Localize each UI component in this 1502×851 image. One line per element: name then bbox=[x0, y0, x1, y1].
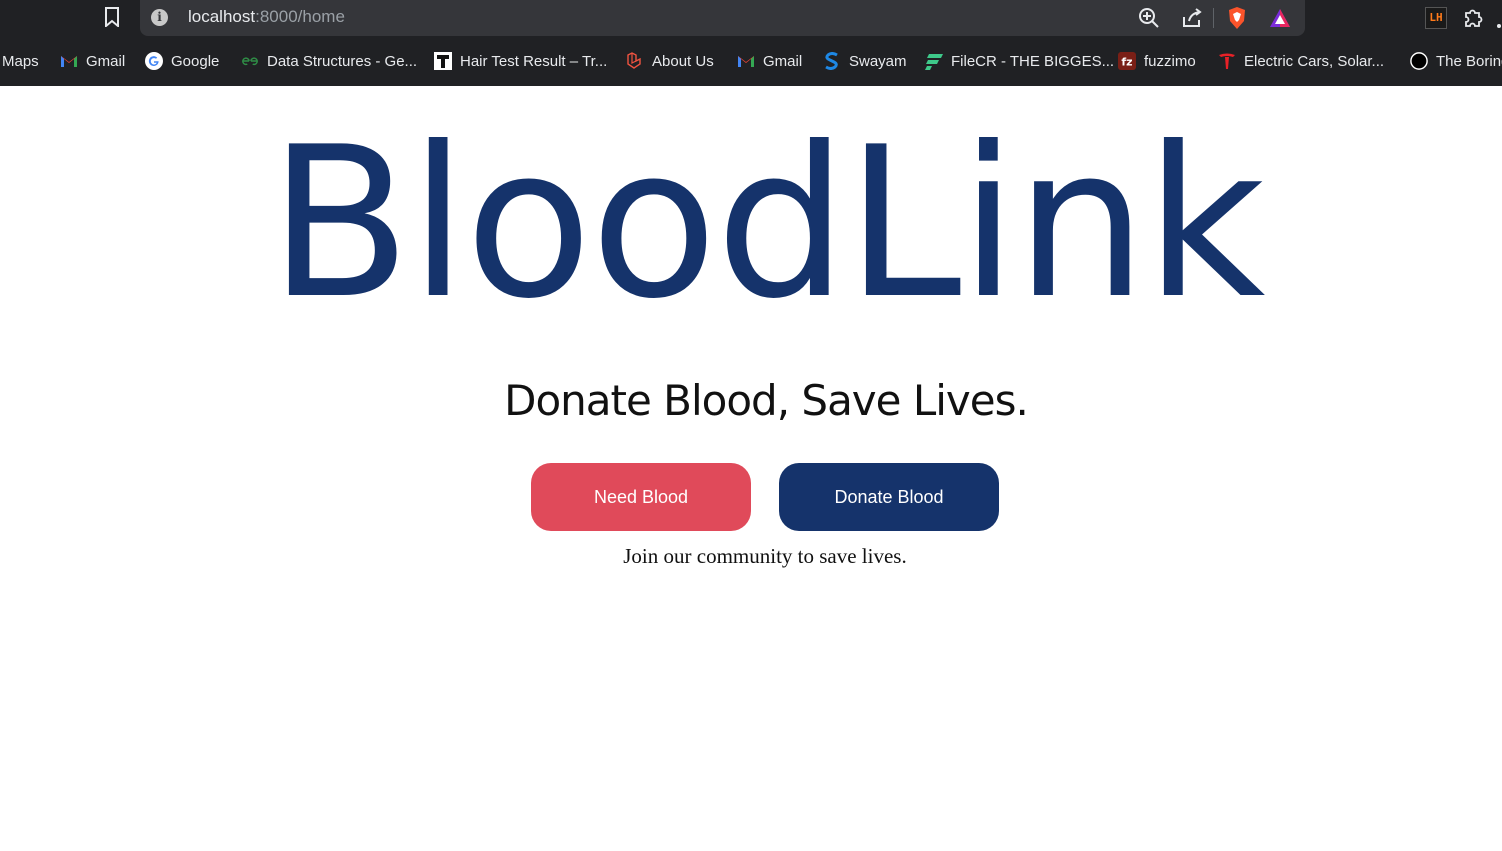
need-blood-button[interactable]: Need Blood bbox=[531, 463, 751, 531]
gmail-icon bbox=[60, 52, 78, 70]
bookmark-label: Electric Cars, Solar... bbox=[1244, 52, 1385, 70]
bookmark-google[interactable]: Google bbox=[145, 46, 219, 76]
filecr-icon bbox=[925, 52, 943, 70]
bookmark-maps[interactable]: Maps bbox=[2, 46, 39, 76]
bookmark-fuzzimo[interactable]: fz fuzzimo bbox=[1118, 46, 1196, 76]
address-bar[interactable]: i localhost:8000/home bbox=[140, 0, 1305, 36]
site-info-icon[interactable]: i bbox=[151, 9, 168, 26]
page-content: BloodLink Donate Blood, Save Lives. Need… bbox=[0, 86, 1502, 851]
zoom-icon[interactable] bbox=[1137, 6, 1161, 30]
swayam-icon bbox=[823, 52, 841, 70]
donate-blood-button[interactable]: Donate Blood bbox=[779, 463, 999, 531]
bookmark-label: fuzzimo bbox=[1144, 52, 1196, 70]
brave-shields-icon[interactable] bbox=[1225, 6, 1249, 30]
bookmark-electric-cars[interactable]: Electric Cars, Solar... bbox=[1218, 46, 1384, 76]
bookmark-about-us[interactable]: About Us bbox=[626, 46, 714, 76]
bookmark-label: Maps bbox=[2, 52, 39, 70]
brand-title: BloodLink bbox=[268, 103, 1266, 345]
t-icon bbox=[434, 52, 452, 70]
fuzzimo-icon: fz bbox=[1118, 52, 1136, 70]
lighthouse-extension-icon[interactable]: LH bbox=[1424, 6, 1448, 30]
google-icon bbox=[145, 52, 163, 70]
bookmark-page-icon[interactable] bbox=[101, 6, 123, 28]
bookmark-label: About Us bbox=[652, 52, 714, 70]
menu-icon[interactable] bbox=[1492, 6, 1502, 30]
bookmark-label: Swayam bbox=[849, 52, 907, 70]
url-divider bbox=[1213, 8, 1214, 28]
bookmark-gmail-2[interactable]: Gmail bbox=[737, 46, 802, 76]
brave-rewards-icon[interactable] bbox=[1268, 6, 1292, 30]
url-path: :8000/home bbox=[255, 7, 345, 26]
bookmark-label: Hair Test Result – Tr... bbox=[460, 52, 608, 70]
join-community-text: Join our community to save lives. bbox=[623, 544, 907, 568]
tesla-icon bbox=[1218, 52, 1236, 70]
bookmark-label: Data Structures - Ge... bbox=[267, 52, 418, 70]
geeksforgeeks-icon bbox=[241, 52, 259, 70]
bookmark-data-structures[interactable]: Data Structures - Ge... bbox=[241, 46, 417, 76]
share-icon[interactable] bbox=[1180, 6, 1204, 30]
tagline: Donate Blood, Save Lives. bbox=[504, 376, 1029, 425]
bookmark-label: Gmail bbox=[763, 52, 803, 70]
bookmark-label: Gmail bbox=[86, 52, 126, 70]
bookmark-label: Google bbox=[171, 52, 220, 70]
laravel-icon bbox=[626, 52, 644, 70]
browser-chrome: i localhost:8000/home LH Maps Gmail Goog… bbox=[0, 0, 1502, 86]
extensions-puzzle-icon[interactable] bbox=[1461, 6, 1485, 30]
bookmark-swayam[interactable]: Swayam bbox=[823, 46, 907, 76]
gmail-icon bbox=[737, 52, 755, 70]
bookmark-the-boring[interactable]: The Boring bbox=[1410, 46, 1502, 76]
url-host: localhost bbox=[188, 7, 256, 26]
bookmarks-bar: Maps Gmail Google Data Structures - Ge..… bbox=[0, 46, 1502, 76]
browser-toolbar: i localhost:8000/home LH bbox=[0, 0, 1502, 36]
svg-text:fz: fz bbox=[1121, 56, 1132, 69]
url-text[interactable]: localhost:8000/home bbox=[188, 7, 345, 27]
bookmark-gmail[interactable]: Gmail bbox=[60, 46, 125, 76]
bookmark-hair-test[interactable]: Hair Test Result – Tr... bbox=[434, 46, 607, 76]
bookmark-filecr[interactable]: FileCR - THE BIGGES... bbox=[925, 46, 1114, 76]
bookmark-label: The Boring bbox=[1436, 52, 1502, 70]
boring-company-icon bbox=[1410, 52, 1428, 70]
bookmark-label: FileCR - THE BIGGES... bbox=[951, 52, 1115, 70]
